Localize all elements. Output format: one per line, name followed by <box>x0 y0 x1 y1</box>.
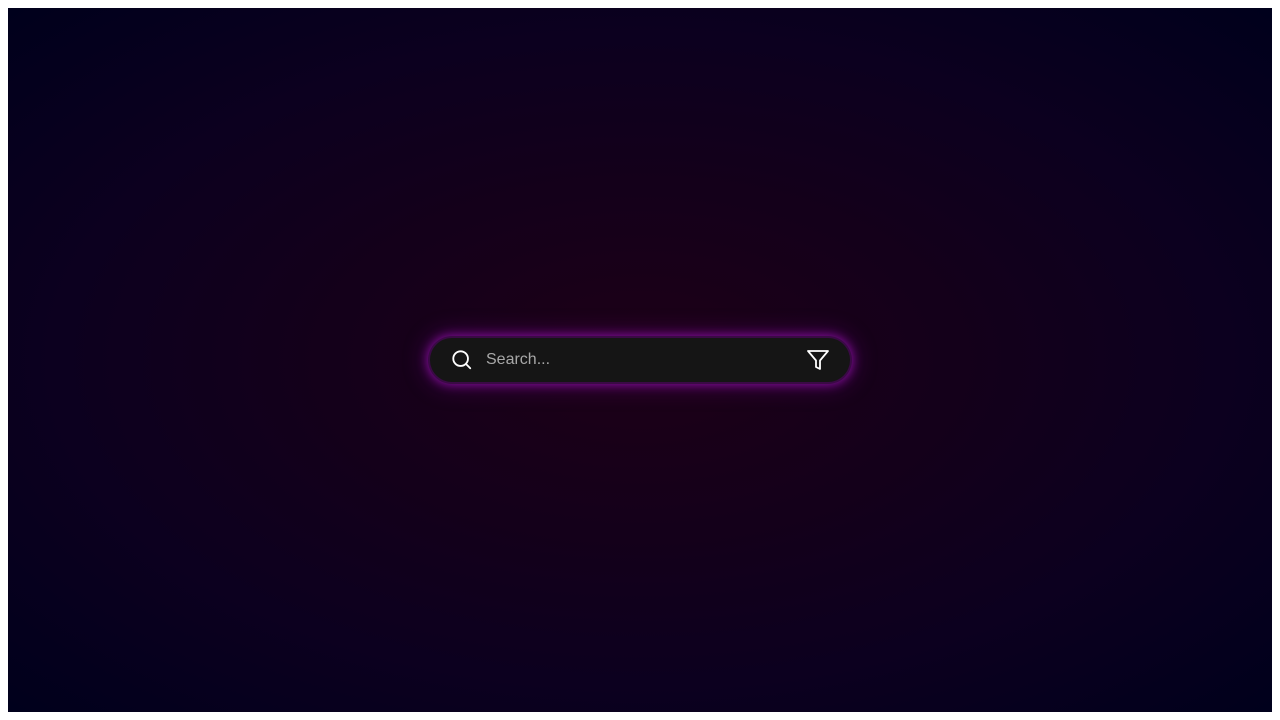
filter-icon[interactable] <box>806 348 830 372</box>
search-bar <box>430 338 850 382</box>
app-background <box>8 8 1272 712</box>
search-input[interactable] <box>486 340 794 380</box>
search-icon[interactable] <box>450 348 474 372</box>
